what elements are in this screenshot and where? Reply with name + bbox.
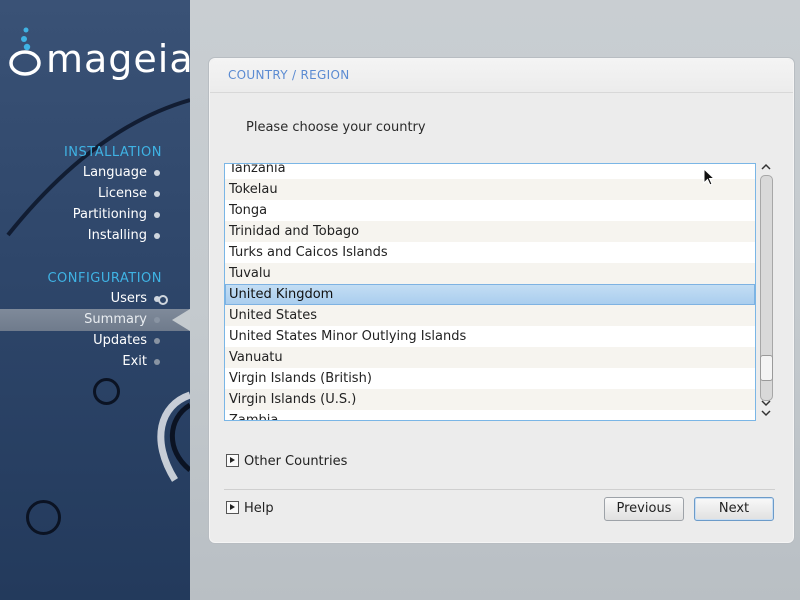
- country-list-scrollbar[interactable]: [759, 163, 773, 421]
- country-row[interactable]: Zambia: [225, 410, 755, 420]
- step-done-icon: [154, 233, 160, 239]
- country-row[interactable]: Virgin Islands (British): [225, 368, 755, 389]
- step-done-icon: [154, 212, 160, 218]
- step-done-icon: [154, 191, 160, 197]
- country-row[interactable]: Tokelau: [225, 179, 755, 200]
- nav-item-summary: Summary: [84, 312, 147, 327]
- country-panel: COUNTRY / REGION Please choose your coun…: [209, 58, 794, 543]
- country-row[interactable]: Vanuatu: [225, 347, 755, 368]
- country-row-selected[interactable]: United Kingdom: [225, 284, 755, 305]
- decorative-ring: [93, 378, 120, 405]
- nav-item-language: Language: [82, 165, 147, 180]
- page-title: COUNTRY / REGION: [228, 68, 350, 82]
- step-pending-icon: [154, 359, 160, 365]
- nav-item-installing: Installing: [87, 228, 147, 243]
- country-list[interactable]: Tanzania Tokelau Tonga Trinidad and Tobago T…: [224, 163, 756, 421]
- logo-text: mageia: [46, 37, 190, 81]
- country-list-rows: Tanzania Tokelau Tonga Trinidad and Tobago T…: [225, 164, 755, 420]
- nav-item-exit: Exit: [122, 354, 147, 369]
- triangle-right-icon: [226, 501, 239, 514]
- section-configuration: CONFIGURATION: [47, 271, 162, 286]
- chevron-up-icon[interactable]: [759, 163, 773, 175]
- country-row[interactable]: Trinidad and Tobago: [225, 221, 755, 242]
- country-row[interactable]: United States: [225, 305, 755, 326]
- section-installation: INSTALLATION: [63, 145, 162, 160]
- other-countries-label: Other Countries: [244, 454, 348, 469]
- step-pending-icon: [154, 317, 160, 323]
- separator: [224, 489, 775, 490]
- help-expander[interactable]: Help: [226, 501, 274, 517]
- mageia-cauldron-icon: [9, 27, 41, 76]
- country-row[interactable]: Turks and Caicos Islands: [225, 242, 755, 263]
- mouse-pointer-icon: [703, 168, 716, 186]
- prompt-label: Please choose your country: [246, 120, 426, 135]
- country-row[interactable]: Tanzania: [225, 164, 755, 179]
- step-ring-icon: [158, 295, 168, 305]
- help-label: Help: [244, 501, 274, 516]
- scrollbar-thumb[interactable]: [760, 355, 773, 381]
- panel-header: COUNTRY / REGION: [210, 59, 793, 93]
- country-row[interactable]: Tonga: [225, 200, 755, 221]
- step-done-icon: [154, 170, 160, 176]
- nav-item-partitioning: Partitioning: [72, 207, 147, 222]
- current-step-pointer-icon: [172, 309, 190, 331]
- country-row[interactable]: Virgin Islands (U.S.): [225, 389, 755, 410]
- chevron-down-icon[interactable]: [759, 409, 773, 421]
- mageia-logo: mageia: [8, 26, 190, 86]
- nav-item-license: License: [97, 186, 147, 201]
- triangle-right-icon: [226, 454, 239, 467]
- nav-item-users: Users: [110, 291, 147, 306]
- step-pending-icon: [154, 338, 160, 344]
- country-row[interactable]: United States Minor Outlying Islands: [225, 326, 755, 347]
- sidebar: mageia INSTALLATION Language License Par…: [0, 0, 190, 600]
- country-row[interactable]: Tuvalu: [225, 263, 755, 284]
- nav-item-updates: Updates: [93, 333, 147, 348]
- next-button[interactable]: Next: [694, 497, 774, 521]
- decorative-ring: [26, 500, 61, 535]
- other-countries-expander[interactable]: Other Countries: [226, 454, 347, 470]
- previous-button[interactable]: Previous: [604, 497, 684, 521]
